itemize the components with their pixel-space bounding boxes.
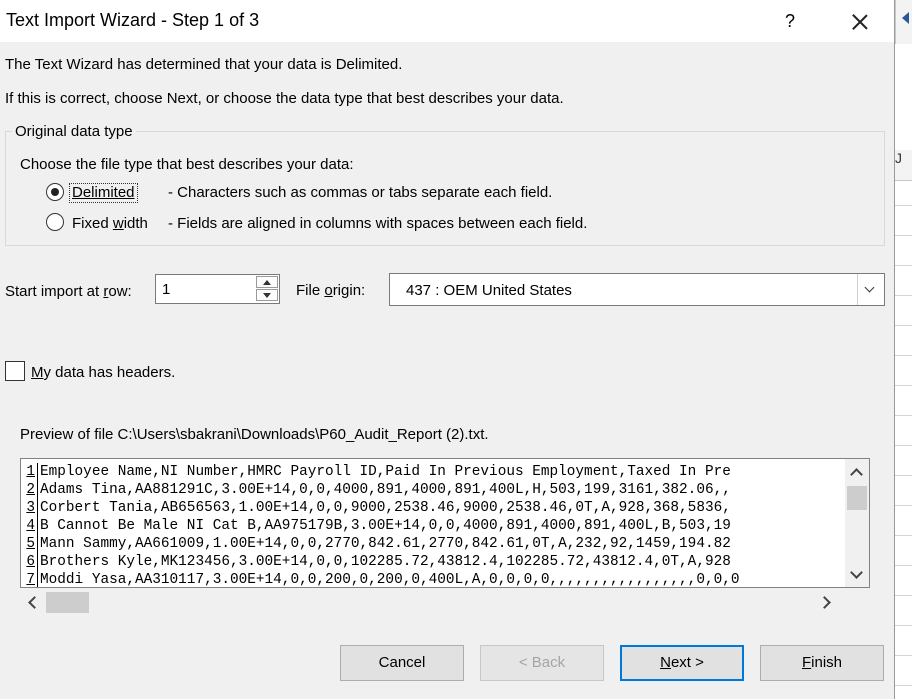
dialog-title: Text Import Wizard - Step 1 of 3	[6, 10, 260, 30]
fixed-width-description: - Fields are aligned in columns with spa…	[168, 215, 588, 232]
vertical-scrollbar[interactable]	[845, 459, 869, 587]
intro-line-2: If this is correct, choose Next, or choo…	[5, 90, 564, 107]
file-origin-label: File origin:	[296, 282, 366, 299]
headers-checkbox[interactable]	[5, 361, 25, 381]
delimited-description: - Characters such as commas or tabs sepa…	[168, 184, 553, 201]
gridline	[895, 415, 912, 416]
preview-lines: Employee Name,NI Number,HMRC Payroll ID,…	[40, 463, 845, 588]
gridline	[895, 535, 912, 536]
horizontal-scrollbar[interactable]	[20, 591, 845, 613]
gridline	[895, 355, 912, 356]
delimited-label-text: Delimited	[72, 184, 135, 201]
gridline	[895, 565, 912, 566]
preview-line: B Cannot Be Male NI Cat B,AA975179B,3.00…	[40, 518, 731, 534]
finish-button[interactable]: Finish	[760, 645, 884, 681]
fixed-width-radio[interactable]	[46, 213, 64, 231]
gridline	[895, 655, 912, 656]
fixed-width-label[interactable]: Fixed width	[72, 215, 148, 232]
scroll-down-icon[interactable]	[850, 570, 864, 580]
gridline	[895, 385, 912, 386]
cancel-button[interactable]: Cancel	[340, 645, 464, 681]
line-number: 2	[21, 481, 38, 499]
gridline	[895, 685, 912, 686]
file-origin-select[interactable]: 437 : OEM United States	[389, 273, 885, 306]
preview-line: Adams Tina,AA881291C,3.00E+14,0,0,4000,8…	[40, 482, 731, 498]
stepper-down-icon[interactable]	[256, 289, 278, 301]
file-origin-value: 437 : OEM United States	[406, 282, 572, 299]
preview-line: Brothers Kyle,MK123456,3.00E+14,0,0,1022…	[40, 554, 731, 570]
text-import-wizard-dialog: Text Import Wizard - Step 1 of 3 ? The T…	[0, 0, 895, 699]
scroll-left-icon[interactable]	[26, 596, 38, 608]
stepper-buttons	[256, 276, 278, 302]
chevron-down-icon[interactable]	[857, 274, 884, 305]
line-number: 3	[21, 499, 38, 517]
delimited-label[interactable]: Delimited	[69, 183, 138, 203]
gridline	[895, 235, 912, 236]
preview-label: Preview of file C:\Users\sbakrani\Downlo…	[20, 426, 489, 443]
file-type-prompt: Choose the file type that best describes…	[20, 156, 354, 173]
back-button[interactable]: < Back	[480, 645, 604, 681]
horizontal-scroll-thumb[interactable]	[46, 592, 89, 613]
delimited-radio[interactable]	[46, 183, 64, 201]
help-button[interactable]: ?	[772, 4, 808, 38]
gridline	[895, 325, 912, 326]
gridline	[895, 475, 912, 476]
intro-line-1: The Text Wizard has determined that your…	[5, 56, 403, 73]
vertical-scroll-thumb[interactable]	[847, 486, 867, 510]
gridline	[895, 445, 912, 446]
line-number: 7	[21, 571, 38, 587]
preview-line: Mann Sammy,AA661009,1.00E+14,0,0,2770,84…	[40, 536, 731, 552]
scroll-up-icon[interactable]	[850, 467, 864, 477]
line-number: 4	[21, 517, 38, 535]
start-row-stepper[interactable]: 1	[155, 274, 280, 304]
preview-line: Corbert Tania,AB656563,1.00E+14,0,0,9000…	[40, 500, 731, 516]
preview-line-numbers: 1 2 3 4 5 6 7	[21, 463, 38, 587]
line-number: 5	[21, 535, 38, 553]
line-number: 1	[21, 463, 38, 481]
title-bar: Text Import Wizard - Step 1 of 3 ?	[0, 0, 894, 42]
stepper-up-icon[interactable]	[256, 276, 278, 288]
start-row-value[interactable]: 1	[162, 281, 170, 298]
background-ribbon	[895, 0, 912, 44]
preview-line: Moddi Yasa,AA310117,3.00E+14,0,0,200,0,2…	[40, 572, 740, 588]
gridline	[895, 205, 912, 206]
collapse-arrow-icon	[902, 12, 909, 24]
data-preview[interactable]: 1 2 3 4 5 6 7 Employee Name,NI Number,HM…	[20, 458, 870, 588]
scroll-right-icon[interactable]	[820, 596, 832, 608]
start-row-label: Start import at row:	[5, 283, 132, 300]
gridline	[895, 295, 912, 296]
close-icon[interactable]	[840, 4, 880, 38]
gridline	[895, 265, 912, 266]
headers-checkbox-label[interactable]: My data has headers.	[31, 364, 175, 381]
group-legend: Original data type	[12, 123, 136, 140]
gridline	[895, 505, 912, 506]
next-button[interactable]: Next >	[620, 645, 744, 681]
preview-line: Employee Name,NI Number,HMRC Payroll ID,…	[40, 464, 731, 480]
background-spreadsheet: J	[895, 0, 912, 699]
gridline	[895, 625, 912, 626]
gridline	[895, 595, 912, 596]
line-number: 6	[21, 553, 38, 571]
column-header: J	[895, 150, 912, 181]
